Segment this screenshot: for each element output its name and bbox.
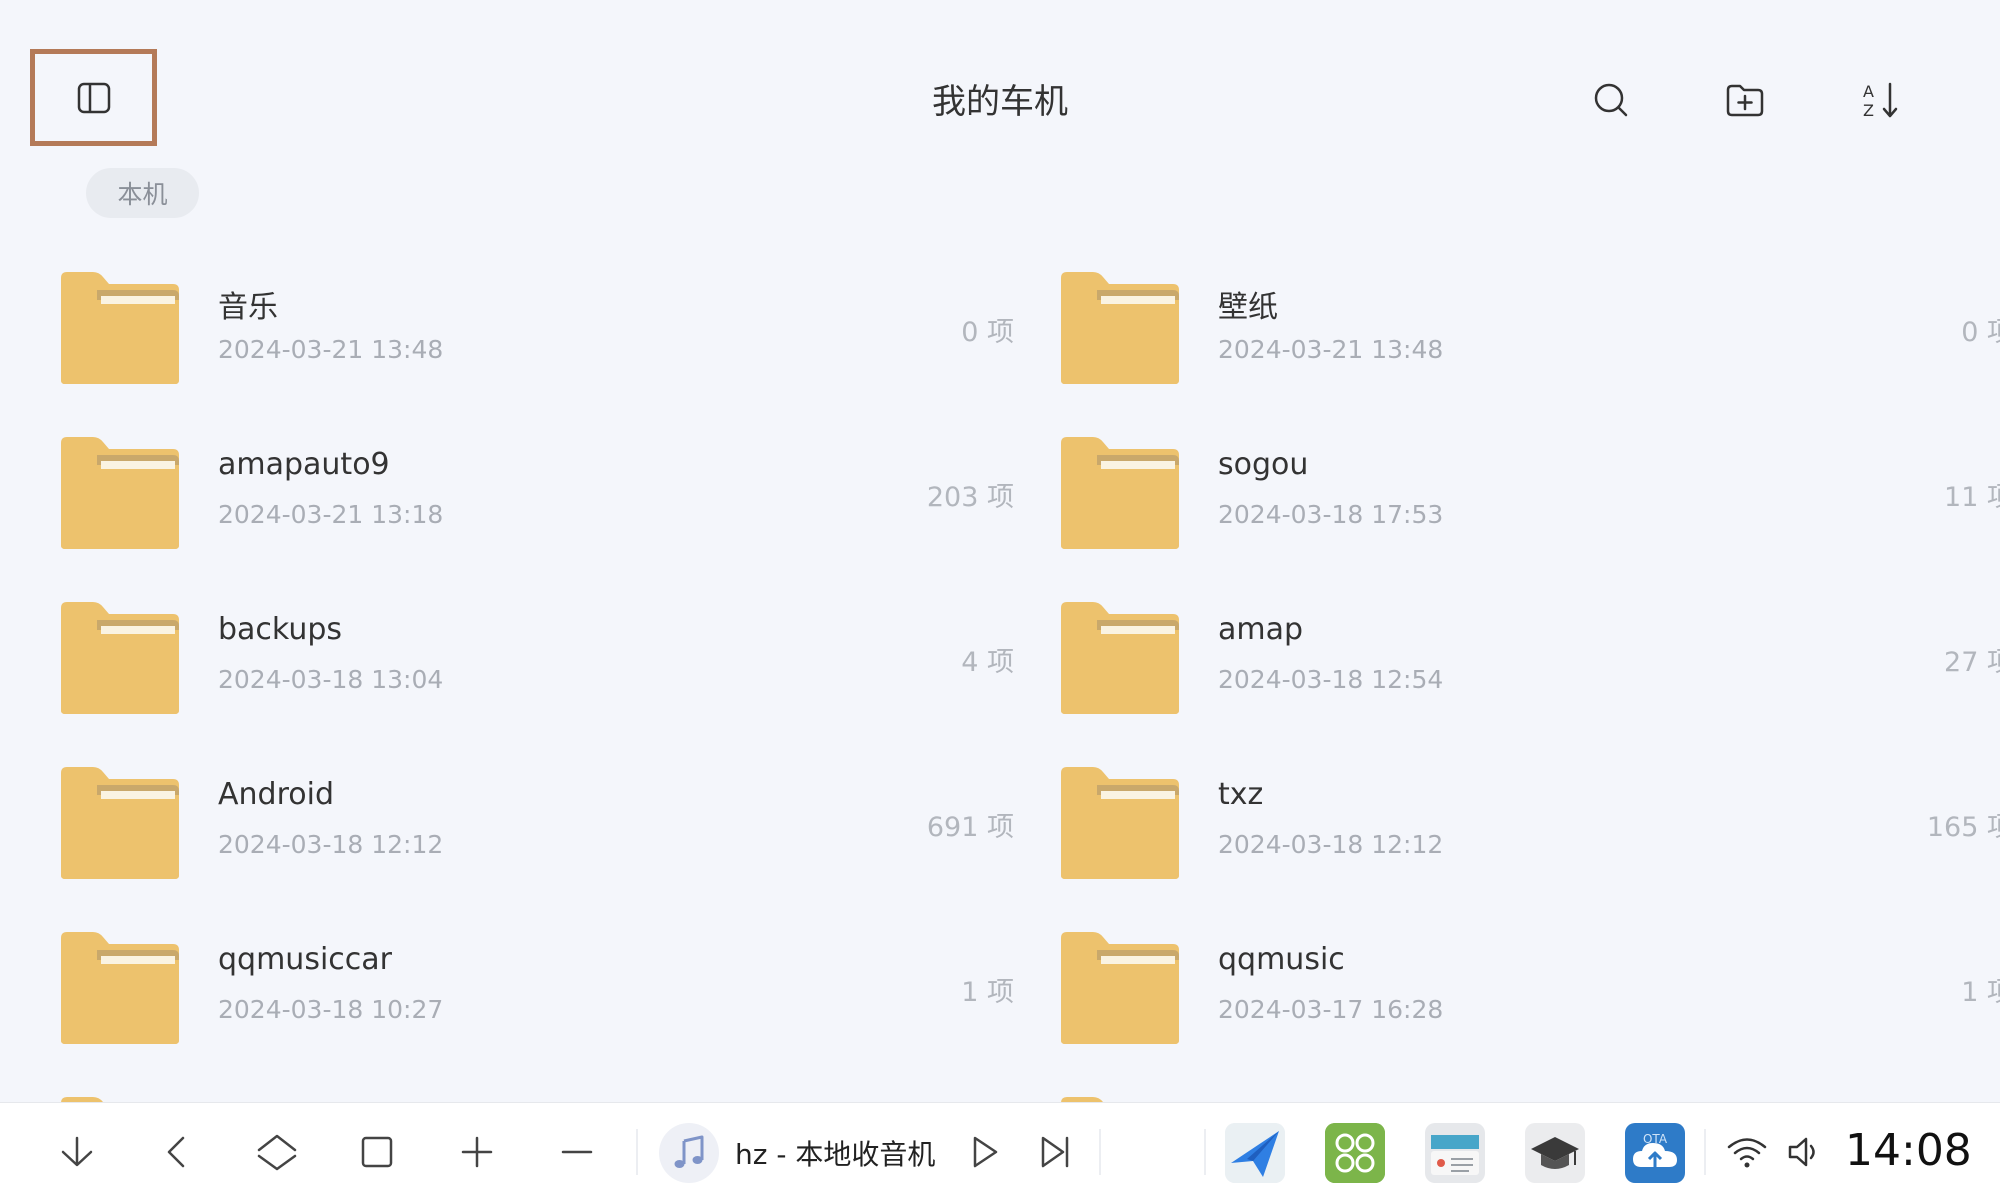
minus-icon	[561, 1150, 593, 1154]
new-folder-icon	[1726, 84, 1764, 117]
folder-name: 音乐	[218, 290, 278, 325]
folder-item[interactable]: qqmusic 2024-03-17 16:28 1 项	[1061, 920, 2000, 1070]
folder-icon	[1061, 932, 1179, 1044]
folder-name: backups	[218, 612, 343, 647]
chevron-left-icon	[167, 1136, 185, 1168]
music-note-icon	[674, 1135, 704, 1168]
music-player-button[interactable]	[659, 1123, 719, 1183]
sort-button[interactable]: A Z	[1855, 75, 1905, 125]
new-folder-button[interactable]	[1720, 75, 1770, 125]
folder-name: amap	[1218, 612, 1304, 647]
folder-item[interactable]: sogou 2024-03-18 17:53 11 项	[1061, 425, 2000, 575]
recent-apps-button[interactable]	[350, 1125, 404, 1179]
location-chip[interactable]: 本机	[86, 168, 199, 218]
home-diamond-icon	[257, 1134, 297, 1171]
now-playing-text: hz - 本地收音机	[735, 1138, 936, 1171]
folder-date: 2024-03-17 16:28	[1218, 995, 1444, 1024]
app-launcher-icon[interactable]	[1325, 1123, 1385, 1183]
divider	[636, 1129, 638, 1175]
folder-name: txz	[1218, 777, 1264, 812]
next-track-button[interactable]	[1028, 1125, 1082, 1179]
folder-icon	[61, 272, 179, 384]
play-icon	[973, 1136, 998, 1168]
speaker-icon	[1788, 1137, 1815, 1167]
folder-date: 2024-03-18 12:12	[1218, 830, 1444, 859]
folder-name: Android	[218, 777, 334, 812]
folder-icon	[1061, 272, 1179, 384]
file-grid: 音乐 2024-03-21 13:48 0 项 壁纸 2024-03-21 13…	[0, 260, 2000, 1102]
skip-next-icon	[1041, 1136, 1069, 1168]
folder-count: 4 项	[961, 647, 1014, 678]
folder-icon	[61, 437, 179, 549]
divider	[1704, 1129, 1706, 1175]
folder-count: 1 项	[1961, 977, 2000, 1008]
folder-count: 0 项	[961, 317, 1014, 348]
folder-name: sogou	[1218, 447, 1309, 482]
folder-icon	[61, 767, 179, 879]
folder-name: qqmusiccar	[218, 942, 392, 977]
clock: 14:08	[1845, 1125, 1972, 1176]
folder-name: 壁纸	[1218, 290, 1278, 325]
folder-icon	[61, 602, 179, 714]
folder-icon	[1061, 767, 1179, 879]
folder-count: 27 项	[1944, 647, 2000, 678]
folder-date: 2024-03-21 13:18	[218, 500, 444, 529]
folder-date: 2024-03-18 10:27	[218, 995, 444, 1024]
folder-count: 0 项	[1961, 317, 2000, 348]
divider	[1204, 1129, 1206, 1175]
collapse-button[interactable]	[50, 1125, 104, 1179]
folder-item[interactable]: backups 2024-03-18 13:04 4 项	[61, 590, 1031, 740]
folder-date: 2024-03-21 13:48	[218, 335, 444, 364]
svg-text:Z: Z	[1863, 101, 1874, 120]
chevron-down-icon	[61, 1136, 93, 1167]
page-title: 我的车机	[932, 82, 1068, 122]
folder-item[interactable]: qqmusiccar 2024-03-18 10:27 1 项	[61, 920, 1031, 1070]
volume-down-button[interactable]	[550, 1125, 604, 1179]
folder-item[interactable]: 壁纸 2024-03-21 13:48 0 项	[1061, 260, 2000, 410]
search-button[interactable]	[1586, 75, 1636, 125]
taskbar: hz - 本地收音机 OTA 14:08	[0, 1102, 2000, 1200]
back-button[interactable]	[150, 1125, 204, 1179]
wifi-icon	[1727, 1138, 1767, 1168]
folder-name: amapauto9	[218, 447, 390, 482]
folder-count: 691 项	[926, 812, 1014, 843]
folder-item[interactable]: txz 2024-03-18 12:12 165 项	[1061, 755, 2000, 905]
square-icon	[361, 1136, 393, 1168]
folder-date: 2024-03-18 12:54	[1218, 665, 1444, 694]
folder-count: 11 项	[1944, 482, 2000, 513]
folder-item[interactable]: amap 2024-03-18 12:54 27 项	[1061, 590, 2000, 740]
folder-date: 2024-03-18 12:12	[218, 830, 444, 859]
search-icon	[1594, 83, 1628, 117]
plus-icon	[461, 1136, 493, 1168]
volume-status[interactable]	[1777, 1125, 1831, 1179]
folder-icon	[1061, 437, 1179, 549]
folder-item[interactable]	[1061, 1085, 2000, 1102]
folder-item[interactable]: amapauto9 2024-03-21 13:18 203 项	[61, 425, 1031, 575]
divider	[1099, 1129, 1101, 1175]
folder-name: qqmusic	[1218, 942, 1345, 977]
folder-count: 1 项	[961, 977, 1014, 1008]
folder-item[interactable]: 音乐 2024-03-21 13:48 0 项	[61, 260, 1031, 410]
sort-az-icon: A Z	[1863, 82, 1898, 120]
play-button[interactable]	[957, 1125, 1011, 1179]
folder-date: 2024-03-21 13:48	[1218, 335, 1444, 364]
ota-update-app-icon[interactable]: OTA	[1625, 1123, 1685, 1183]
svg-text:A: A	[1863, 82, 1874, 101]
folder-count: 165 项	[1926, 812, 2000, 843]
wifi-status[interactable]	[1720, 1125, 1774, 1179]
folder-date: 2024-03-18 17:53	[1218, 500, 1444, 529]
home-button[interactable]	[250, 1125, 304, 1179]
radio-app-icon[interactable]	[1425, 1123, 1485, 1183]
volume-up-button[interactable]	[450, 1125, 504, 1179]
navigation-app-icon[interactable]	[1225, 1123, 1285, 1183]
folder-count: 203 项	[926, 482, 1014, 513]
folder-item[interactable]: Android 2024-03-18 12:12 691 项	[61, 755, 1031, 905]
folder-item[interactable]	[61, 1085, 1031, 1102]
folder-icon	[61, 932, 179, 1044]
folder-icon	[1061, 602, 1179, 714]
education-app-icon[interactable]	[1525, 1123, 1585, 1183]
folder-date: 2024-03-18 13:04	[218, 665, 444, 694]
